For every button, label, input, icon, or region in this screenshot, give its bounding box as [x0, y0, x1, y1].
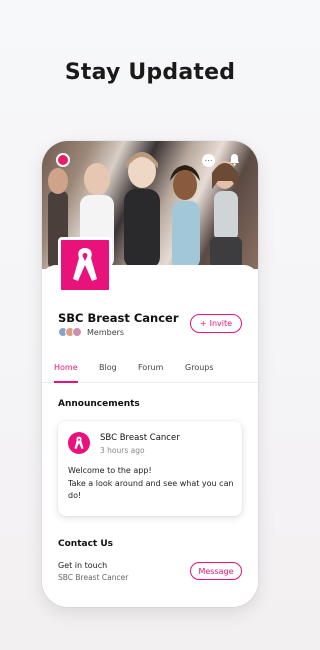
tab-bar: Home Blog Forum Groups — [42, 361, 258, 383]
post-author: SBC Breast Cancer — [100, 433, 180, 443]
author-avatar — [68, 432, 90, 454]
headline: Stay Updated — [64, 60, 236, 85]
message-button[interactable]: Message — [190, 562, 242, 580]
tab-blog[interactable]: Blog — [99, 361, 117, 383]
tab-forum[interactable]: Forum — [138, 361, 163, 383]
contact-label: Get in touch — [58, 561, 108, 570]
invite-label: Invite — [209, 319, 233, 328]
plus-icon: + — [199, 319, 207, 328]
members-label: Members — [87, 327, 125, 337]
post-time: 3 hours ago — [100, 446, 145, 455]
invite-button[interactable]: + Invite — [190, 314, 242, 333]
group-name: SBC Breast Cancer — [58, 311, 179, 325]
pink-ribbon-icon — [73, 248, 97, 281]
pink-ribbon-icon — [74, 436, 84, 449]
member-avatar — [72, 327, 82, 337]
announcement-card[interactable]: SBC Breast Cancer 3 hours ago Welcome to… — [58, 421, 242, 516]
post-line: Welcome to the app! — [68, 466, 152, 475]
contact-subtitle: SBC Breast Cancer — [58, 573, 129, 582]
user-avatar[interactable] — [56, 153, 70, 167]
announcements-title: Announcements — [58, 399, 140, 409]
tab-groups[interactable]: Groups — [185, 361, 214, 383]
tab-home[interactable]: Home — [54, 361, 78, 383]
members-row[interactable]: Members — [58, 327, 124, 337]
group-logo — [58, 237, 112, 293]
phone-frame: ⋯ SBC Breast Cancer Members + Invite Hom… — [42, 141, 258, 607]
chat-icon[interactable]: ⋯ — [202, 154, 215, 167]
post-line: Take a look around and see what you can … — [68, 478, 234, 501]
post-body: Welcome to the app! Take a look around a… — [68, 465, 238, 503]
bell-icon[interactable] — [229, 153, 241, 167]
contact-title: Contact Us — [58, 539, 114, 549]
